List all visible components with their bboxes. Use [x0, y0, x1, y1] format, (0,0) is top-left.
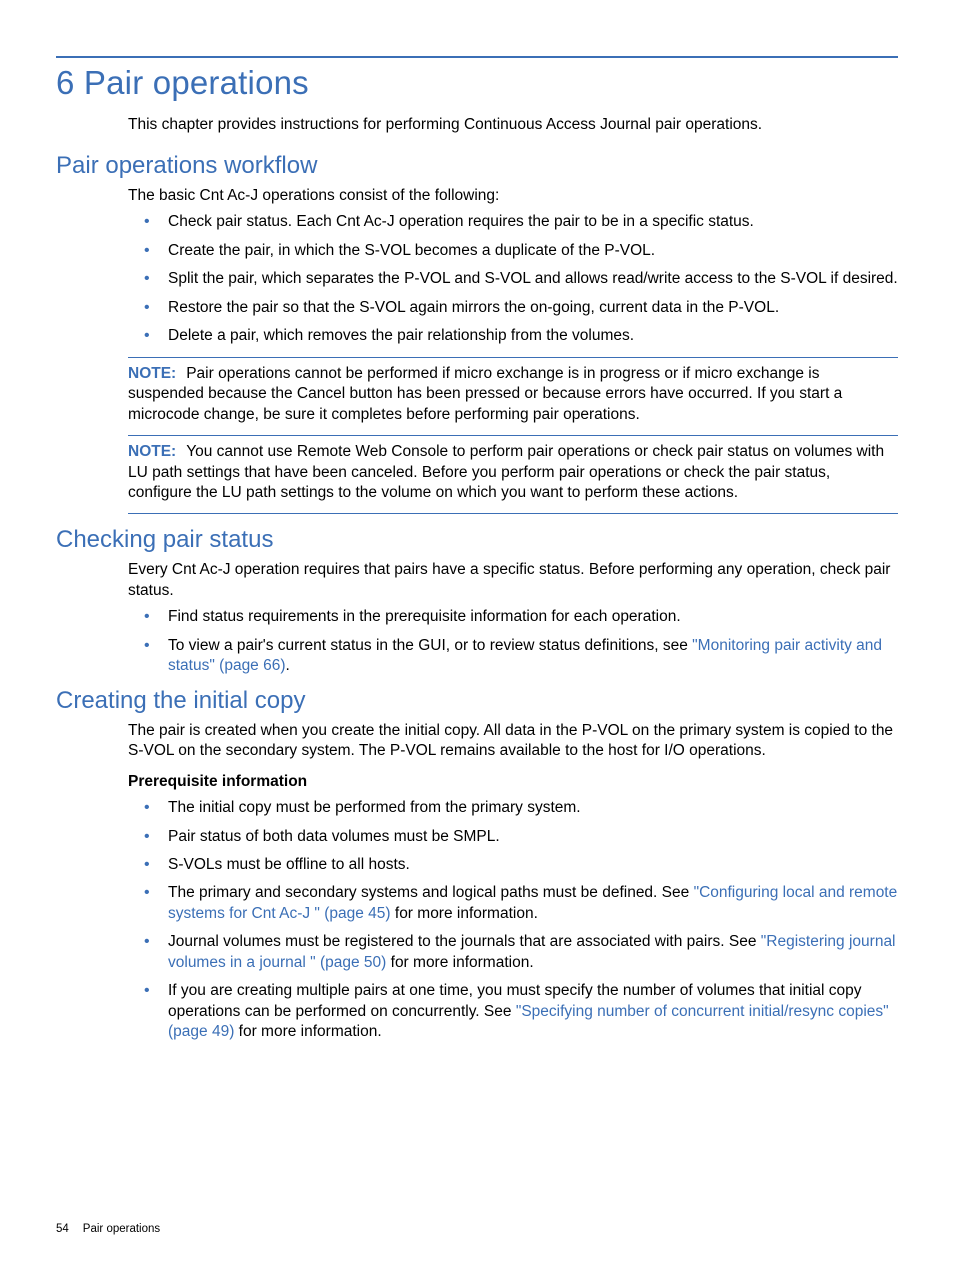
list-item-text: To view a pair's current status in the G… [168, 637, 692, 654]
note-body: You cannot use Remote Web Console to per… [128, 443, 884, 501]
note-body: Pair operations cannot be performed if m… [128, 365, 842, 423]
note-block: NOTE:Pair operations cannot be performed… [128, 357, 898, 515]
list-item: Check pair status. Each Cnt Ac-J operati… [166, 212, 898, 232]
note-separator [128, 435, 898, 436]
list-item-text: for more information. [386, 954, 533, 971]
workflow-lead: The basic Cnt Ac-J operations consist of… [128, 186, 898, 206]
prereq-subhead: Prerequisite information [128, 772, 898, 792]
list-item: Split the pair, which separates the P-VO… [166, 269, 898, 289]
list-item: Delete a pair, which removes the pair re… [166, 326, 898, 346]
list-item: Create the pair, in which the S-VOL beco… [166, 241, 898, 261]
note-separator [128, 357, 898, 358]
note-text: NOTE:You cannot use Remote Web Console t… [128, 442, 898, 503]
workflow-list: Check pair status. Each Cnt Ac-J operati… [128, 212, 898, 346]
footer-section-name: Pair operations [83, 1223, 160, 1235]
page-number: 54 [56, 1223, 69, 1235]
list-item: If you are creating multiple pairs at on… [166, 981, 898, 1042]
creating-list: The initial copy must be performed from … [128, 798, 898, 1043]
section-heading-workflow: Pair operations workflow [56, 152, 898, 180]
creating-lead: The pair is created when you create the … [128, 721, 898, 762]
list-item: Pair status of both data volumes must be… [166, 827, 898, 847]
checking-lead: Every Cnt Ac-J operation requires that p… [128, 560, 898, 601]
section-heading-checking: Checking pair status [56, 526, 898, 554]
note-label: NOTE: [128, 365, 176, 382]
list-item: Journal volumes must be registered to th… [166, 932, 898, 973]
list-item-text: for more information. [391, 905, 538, 922]
chapter-intro: This chapter provides instructions for p… [128, 116, 898, 134]
list-item-text: . [286, 657, 290, 674]
list-item: S-VOLs must be offline to all hosts. [166, 855, 898, 875]
chapter-title: 6 Pair operations [56, 64, 898, 102]
list-item-text: Journal volumes must be registered to th… [168, 933, 761, 950]
list-item: Find status requirements in the prerequi… [166, 607, 898, 627]
note-text: NOTE:Pair operations cannot be performed… [128, 364, 898, 425]
note-separator [128, 513, 898, 514]
checking-list: Find status requirements in the prerequi… [128, 607, 898, 676]
page-footer: 54 Pair operations [56, 1223, 160, 1235]
page: 6 Pair operations This chapter provides … [0, 0, 954, 1271]
list-item-text: The primary and secondary systems and lo… [168, 884, 694, 901]
list-item-text: for more information. [234, 1023, 381, 1040]
list-item: The initial copy must be performed from … [166, 798, 898, 818]
list-item: The primary and secondary systems and lo… [166, 883, 898, 924]
list-item: Restore the pair so that the S-VOL again… [166, 298, 898, 318]
list-item: To view a pair's current status in the G… [166, 636, 898, 677]
top-rule [56, 56, 898, 58]
section-heading-creating: Creating the initial copy [56, 687, 898, 715]
note-label: NOTE: [128, 443, 176, 460]
